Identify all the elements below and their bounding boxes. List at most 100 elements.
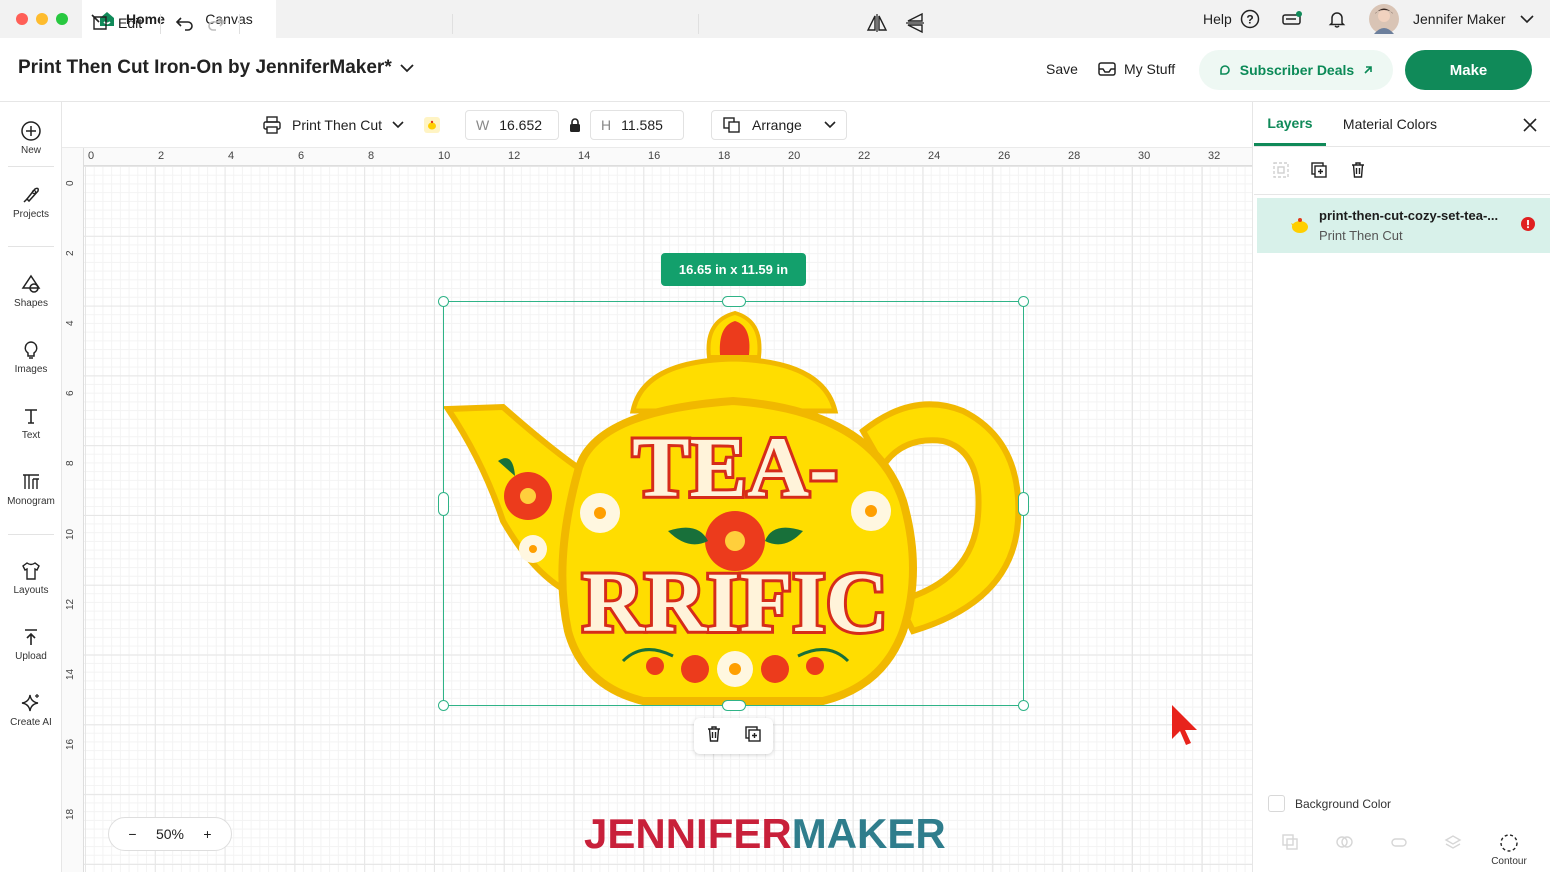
object-quick-actions <box>694 718 773 754</box>
background-color-toggle[interactable]: Background Color <box>1268 795 1391 812</box>
make-button[interactable]: Make <box>1405 50 1532 90</box>
delete-object-button[interactable] <box>705 725 723 748</box>
panel-divider <box>1254 194 1550 195</box>
arrange-label: Arrange <box>752 117 802 133</box>
ruler-label: 28 <box>1068 150 1081 162</box>
save-label: Save <box>1046 61 1078 77</box>
ruler-label: 20 <box>788 150 801 162</box>
tab-material-colors-label: Material Colors <box>1342 116 1438 132</box>
contour-button[interactable]: Contour <box>1481 832 1537 867</box>
top-ruler: 0 2 4 6 8 10 12 14 16 18 20 22 24 26 28 … <box>62 148 1252 166</box>
ruler-label: 10 <box>65 528 76 540</box>
ruler-label: 4 <box>228 150 235 162</box>
duplicate-layer-button[interactable] <box>1310 161 1328 184</box>
operation-label: Print Then Cut <box>292 117 383 133</box>
sidebar-item-shapes[interactable]: Shapes <box>0 273 62 309</box>
ruler-label: 6 <box>65 390 76 396</box>
attach-button[interactable] <box>1371 832 1427 852</box>
resize-handle-top[interactable] <box>722 296 746 307</box>
ruler-label: 24 <box>928 150 941 162</box>
flatten-button[interactable] <box>1425 832 1481 852</box>
subscriber-deals-button[interactable]: Subscriber Deals <box>1199 50 1393 90</box>
layer-item[interactable]: print-then-cut-cozy-set-tea-... Print Th… <box>1257 198 1550 253</box>
zoom-in-button[interactable]: + <box>203 826 211 842</box>
slice-button[interactable] <box>1262 832 1318 852</box>
sidebar-item-upload[interactable]: Upload <box>0 626 62 662</box>
rocket-icon <box>23 187 39 203</box>
tab-layers[interactable]: Layers <box>1254 102 1326 146</box>
lock-aspect-button[interactable] <box>568 117 582 138</box>
project-title[interactable]: Print Then Cut Iron-On by JenniferMaker* <box>18 57 414 79</box>
sidebar-item-monogram[interactable]: Monogram <box>0 471 62 507</box>
flip-horizontal-icon <box>866 14 888 32</box>
minimize-window-button[interactable] <box>36 13 48 25</box>
ruler-label: 8 <box>65 460 76 466</box>
teapot-layer-thumbnail-icon <box>1291 218 1308 233</box>
resize-handle-bottom[interactable] <box>722 700 746 711</box>
user-menu[interactable]: Jennifer Maker <box>1369 0 1534 38</box>
machine-button[interactable] <box>1281 0 1303 38</box>
sidebar-item-layouts[interactable]: Layouts <box>0 560 62 596</box>
text-icon <box>25 409 37 424</box>
zoom-out-button[interactable]: − <box>128 826 136 842</box>
warning-icon[interactable] <box>1521 217 1535 231</box>
combine-icon <box>1336 836 1353 848</box>
resize-handle-bottom-left[interactable] <box>438 700 449 711</box>
sidebar-item-label: Create AI <box>10 717 52 728</box>
sidebar-item-text[interactable]: Text <box>0 405 62 441</box>
contour-icon <box>1500 834 1518 852</box>
resize-handle-top-left[interactable] <box>438 296 449 307</box>
sidebar-item-label: Upload <box>15 651 47 662</box>
combine-button[interactable] <box>1316 832 1372 852</box>
ruler-label: 4 <box>65 320 76 326</box>
bell-icon <box>1328 12 1346 28</box>
edit-button[interactable]: Edit <box>90 0 142 46</box>
toolbar-divider <box>160 14 161 34</box>
group-layer-button[interactable] <box>1272 161 1290 184</box>
upload-icon <box>25 629 37 645</box>
flip-vertical-button[interactable] <box>904 0 926 46</box>
width-field[interactable]: W 16.652 <box>465 110 559 140</box>
sidebar-divider <box>8 246 54 247</box>
height-value: 11.585 <box>621 117 663 133</box>
maximize-window-button[interactable] <box>56 13 68 25</box>
ruler-label: 26 <box>998 150 1011 162</box>
ruler-label: 16 <box>65 738 76 750</box>
toolbar-divider <box>452 14 453 34</box>
my-stuff-button[interactable]: My Stuff <box>1098 58 1175 80</box>
sparkle-icon <box>21 694 39 712</box>
left-ruler: 0 2 4 6 8 10 12 14 16 18 <box>62 148 84 872</box>
sidebar-item-images[interactable]: Images <box>0 339 62 375</box>
close-panel-button[interactable] <box>1522 117 1538 138</box>
ruler-label: 32 <box>1208 150 1221 162</box>
sidebar-divider <box>8 534 54 535</box>
ruler-label: 0 <box>65 180 76 186</box>
duplicate-object-button[interactable] <box>744 725 762 748</box>
sidebar-item-new[interactable]: New <box>0 120 62 156</box>
close-window-button[interactable] <box>16 13 28 25</box>
resize-handle-left[interactable] <box>438 492 449 516</box>
tab-canvas[interactable]: Canvas <box>182 0 276 38</box>
save-button[interactable]: Save <box>1046 61 1078 77</box>
height-field[interactable]: H 11.585 <box>590 110 684 140</box>
tab-material-colors[interactable]: Material Colors <box>1330 102 1450 146</box>
resize-handle-bottom-right[interactable] <box>1018 700 1029 711</box>
operation-select[interactable]: Print Then Cut <box>252 110 418 140</box>
arrange-select[interactable]: Arrange <box>711 110 847 140</box>
slice-icon <box>1282 834 1298 850</box>
sidebar-item-projects[interactable]: Projects <box>0 184 62 220</box>
background-color-checkbox[interactable] <box>1268 795 1285 812</box>
delete-layer-button[interactable] <box>1349 161 1367 184</box>
resize-handle-right[interactable] <box>1018 492 1029 516</box>
undo-button[interactable] <box>175 0 195 46</box>
redo-button[interactable] <box>206 0 226 46</box>
sidebar-item-label: Text <box>21 430 41 441</box>
flip-horizontal-button[interactable] <box>866 0 888 46</box>
printer-icon <box>263 116 281 134</box>
resize-handle-top-right[interactable] <box>1018 296 1029 307</box>
plus-circle-icon <box>21 121 41 141</box>
help-button[interactable]: Help ? <box>1203 0 1260 38</box>
sidebar-item-create-ai[interactable]: Create AI <box>0 692 62 728</box>
notifications-button[interactable] <box>1327 0 1347 38</box>
help-label: Help <box>1203 11 1232 27</box>
